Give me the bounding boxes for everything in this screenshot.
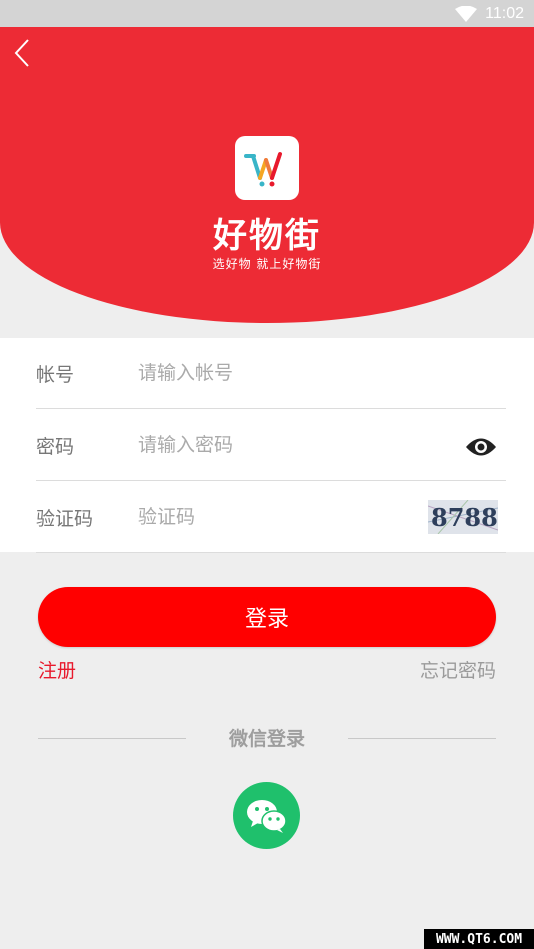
eye-icon [466, 438, 496, 456]
account-row: 帐号 [36, 338, 506, 409]
captcha-image[interactable]: 8788 [428, 500, 498, 534]
cart-logo-icon [244, 152, 282, 187]
register-link[interactable]: 注册 [38, 656, 76, 683]
account-input[interactable] [138, 353, 506, 393]
password-input[interactable] [138, 425, 506, 465]
captcha-code: 8788 [431, 503, 498, 532]
account-label: 帐号 [36, 363, 75, 386]
app-logo [235, 136, 299, 200]
password-row: 密码 [36, 410, 506, 481]
forgot-password-link[interactable]: 忘记密码 [420, 656, 496, 683]
captcha-row: 验证码 8788 [36, 482, 506, 553]
wechat-icon [246, 799, 287, 833]
login-button[interactable]: 登录 [38, 587, 496, 647]
brand-slogan: 选好物 就上好物街 [212, 257, 322, 271]
toggle-password-visibility-button[interactable] [464, 434, 498, 460]
divider-right [348, 738, 496, 739]
login-form: 帐号 密码 验证码 8788 [0, 338, 534, 553]
wechat-login-button[interactable] [233, 782, 300, 849]
wifi-icon [455, 5, 478, 22]
brand-name: 好物街 [213, 216, 321, 256]
back-button[interactable] [10, 36, 34, 70]
status-bar: 11:02 [0, 0, 534, 27]
captcha-label: 验证码 [36, 507, 94, 530]
chevron-left-icon [14, 39, 29, 67]
watermark: WWW.QT6.COM [424, 929, 534, 949]
status-time: 11:02 [485, 4, 524, 22]
password-label: 密码 [36, 435, 75, 458]
